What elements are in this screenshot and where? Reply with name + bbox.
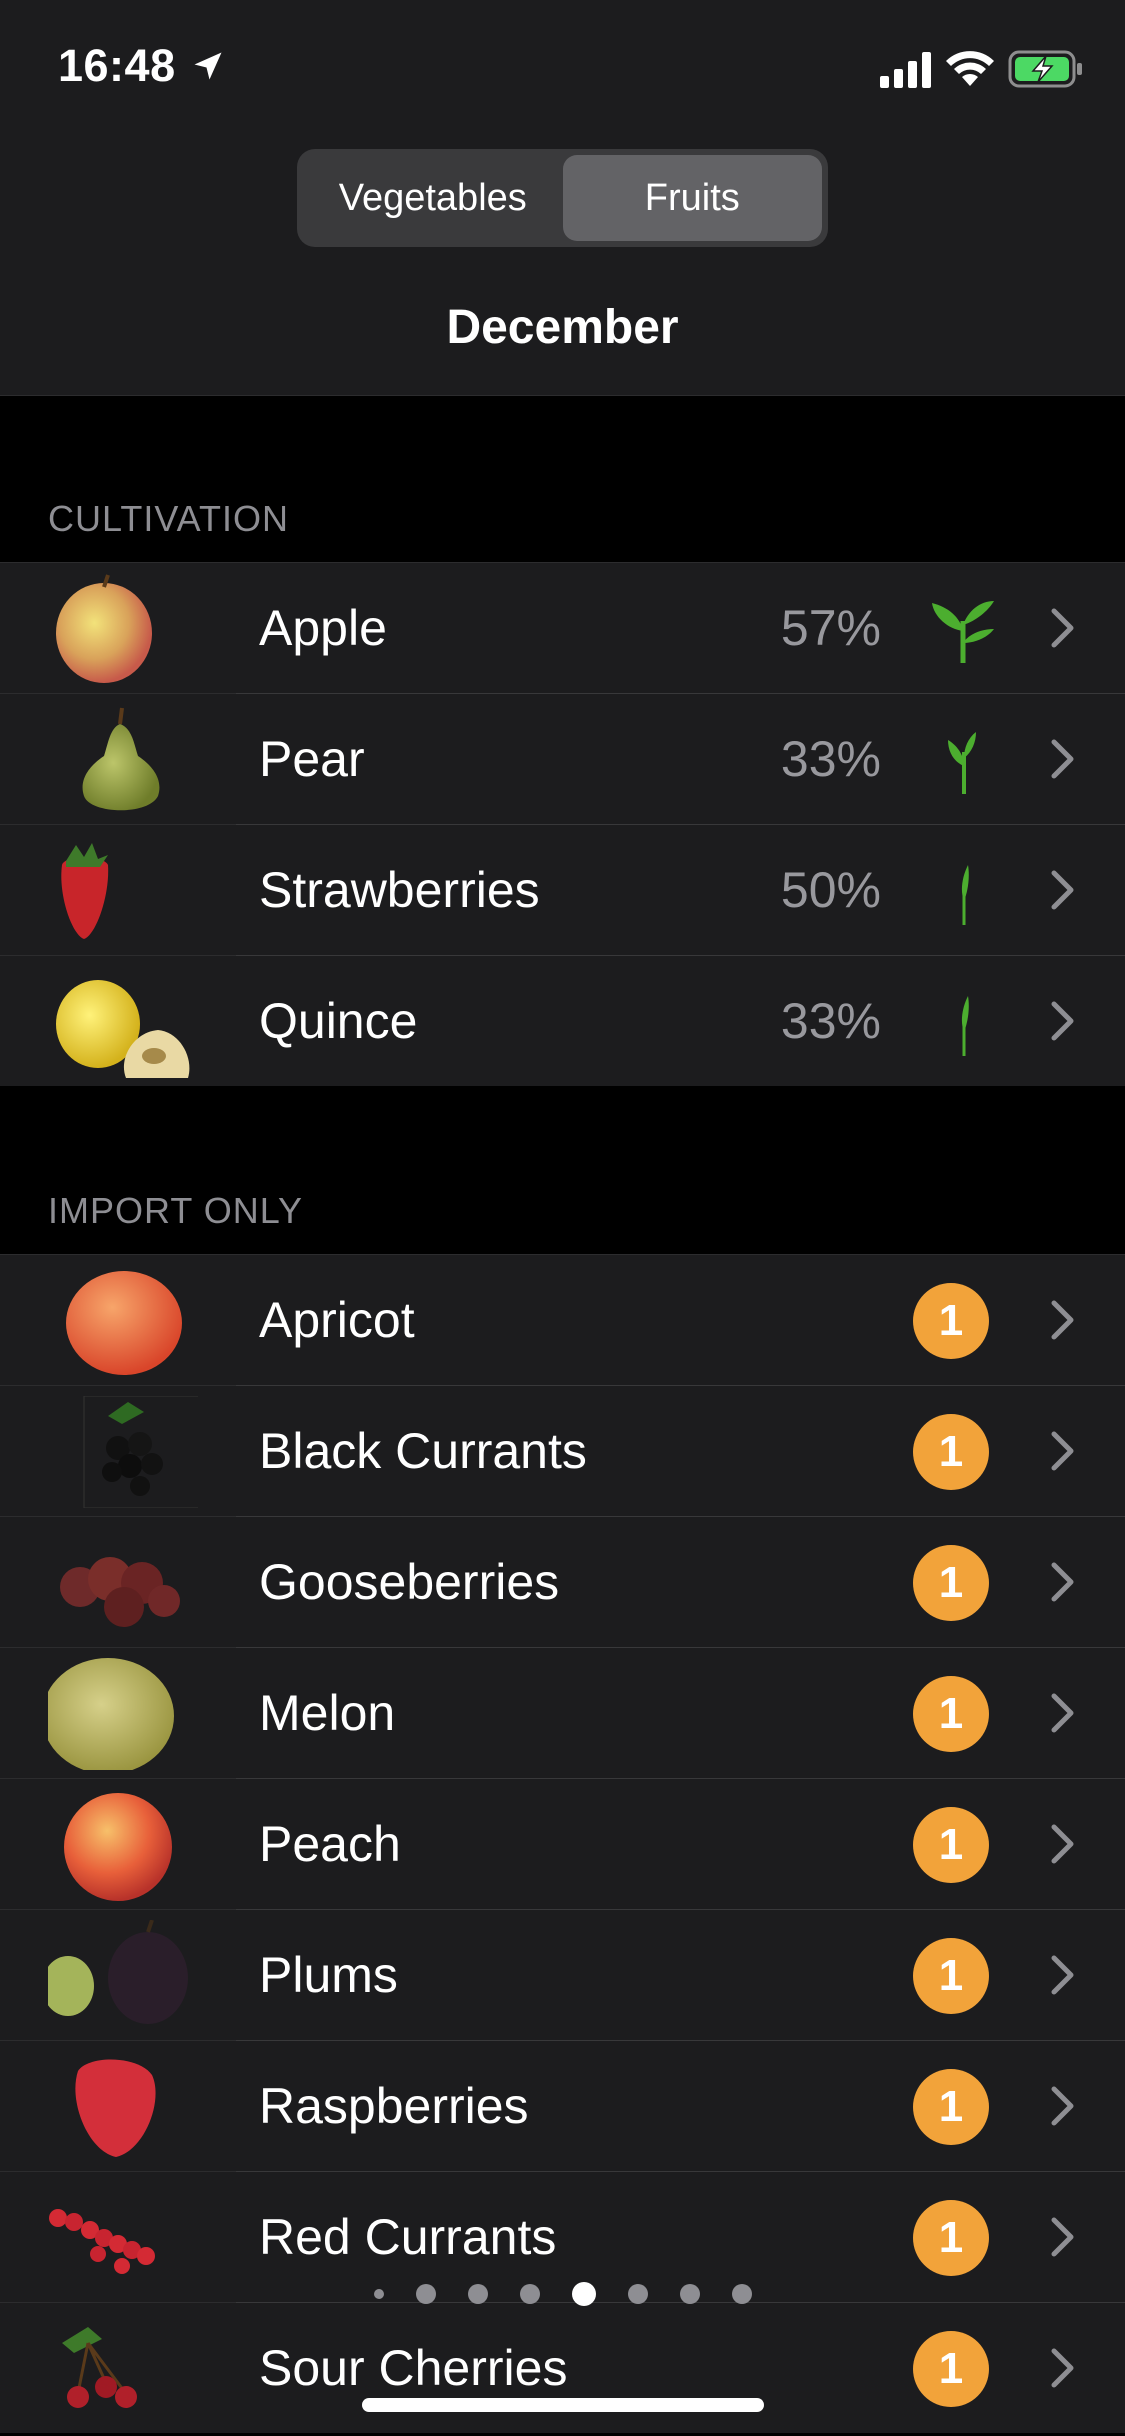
cultivation-percent: 33% xyxy=(780,993,881,1049)
section-header-import-only: IMPORT ONLY xyxy=(48,1190,304,1231)
segment-vegetables[interactable]: Vegetables xyxy=(303,155,563,241)
cultivation-percent: 33% xyxy=(780,731,881,787)
gooseberries-image xyxy=(60,1557,180,1627)
cultivation-list: Apple 57% Pear 33% Strawberries 50% Quin… xyxy=(0,562,1125,1086)
list-item[interactable]: Black Currants 1 xyxy=(0,1385,1125,1516)
list-item[interactable]: Apple 57% xyxy=(0,562,1125,693)
location-arrow-icon xyxy=(194,52,222,80)
list-item[interactable]: Gooseberries 1 xyxy=(0,1516,1125,1647)
chevron-right-icon xyxy=(1051,1001,1074,1041)
import-count-badge: 1 xyxy=(913,1414,989,1490)
month-title: December xyxy=(446,301,679,354)
chevron-right-icon xyxy=(1051,1824,1074,1864)
cultivation-percent: 50% xyxy=(780,862,881,918)
list-item[interactable]: Sour Cherries 1 xyxy=(0,2302,1125,2433)
seedling-icon xyxy=(932,601,994,663)
import-only-list: Apricot 1 Black Currants 1 Gooseberries … xyxy=(0,1254,1125,2433)
chevron-right-icon xyxy=(1051,2348,1074,2388)
fruit-name: Peach xyxy=(259,1816,401,1872)
shoot-icon xyxy=(961,996,969,1056)
red-currants-image xyxy=(49,2209,155,2274)
fruit-name: Melon xyxy=(259,1685,396,1741)
chevron-right-icon xyxy=(1051,1431,1074,1471)
fruit-name: Apple xyxy=(259,600,387,656)
page-indicator[interactable] xyxy=(0,2282,1125,2306)
chevron-right-icon xyxy=(1051,608,1074,648)
import-count-badge: 1 xyxy=(913,1807,989,1883)
page-dot[interactable] xyxy=(627,2284,648,2304)
fruit-name: Plums xyxy=(259,1947,398,2003)
black-currants-image xyxy=(83,1396,198,1508)
chevron-right-icon xyxy=(1051,739,1074,779)
fruit-name: Black Currants xyxy=(259,1423,587,1479)
fruit-name: Gooseberries xyxy=(259,1554,560,1610)
import-count-badge: 1 xyxy=(913,2331,989,2407)
page-dot-current[interactable] xyxy=(571,2282,596,2306)
screen: 16:48 Vegetables Fruits December CULTIVA… xyxy=(0,0,1125,2436)
chevron-right-icon xyxy=(1051,2217,1074,2257)
import-count-badge: 1 xyxy=(913,1676,989,1752)
status-time: 16:48 xyxy=(58,40,176,91)
sprout-icon xyxy=(948,732,976,794)
fruit-name: Raspberries xyxy=(259,2078,529,2134)
import-count-badge: 1 xyxy=(913,2200,989,2276)
quince-image xyxy=(56,980,190,1078)
fruit-name: Strawberries xyxy=(259,862,540,918)
list-item[interactable]: Quince 33% xyxy=(0,955,1125,1086)
plums-image xyxy=(48,1920,188,2024)
chevron-right-icon xyxy=(1051,2086,1074,2126)
import-count-badge: 1 xyxy=(913,1283,989,1359)
home-indicator[interactable] xyxy=(362,2398,764,2412)
page-dot[interactable] xyxy=(467,2284,488,2304)
header-divider xyxy=(0,395,1125,396)
chevron-right-icon xyxy=(1051,1300,1074,1340)
apricot-image xyxy=(66,1271,182,1375)
import-count-badge: 1 xyxy=(913,2069,989,2145)
page-dot[interactable] xyxy=(415,2284,436,2304)
list-item[interactable]: Strawberries 50% xyxy=(0,824,1125,955)
chevron-right-icon xyxy=(1051,870,1074,910)
list-item[interactable]: Pear 33% xyxy=(0,693,1125,824)
peach-image xyxy=(64,1793,172,1901)
chevron-right-icon xyxy=(1051,1955,1074,1995)
list-item[interactable]: Peach 1 xyxy=(0,1778,1125,1909)
strawberry-image xyxy=(61,843,109,939)
list-item[interactable]: Apricot 1 xyxy=(0,1254,1125,1385)
list-item[interactable]: Plums 1 xyxy=(0,1909,1125,2040)
sour-cherries-image xyxy=(62,2327,137,2408)
section-header-cultivation: CULTIVATION xyxy=(48,498,290,539)
shoot-icon xyxy=(961,865,969,925)
melon-image xyxy=(48,1658,174,1770)
page-dot[interactable] xyxy=(679,2284,700,2304)
page-dot[interactable] xyxy=(519,2284,540,2304)
header: 16:48 Vegetables Fruits December xyxy=(0,0,1125,396)
fruit-name: Sour Cherries xyxy=(259,2340,568,2396)
chevron-right-icon xyxy=(1051,1562,1074,1602)
apple-image xyxy=(56,574,152,683)
cultivation-percent: 57% xyxy=(780,600,881,656)
fruit-name: Quince xyxy=(259,993,418,1049)
page-dot[interactable] xyxy=(373,2289,384,2299)
cellular-signal-icon xyxy=(880,52,931,88)
fruit-name: Pear xyxy=(259,731,365,787)
raspberries-image xyxy=(75,2059,156,2157)
battery-charging-icon xyxy=(1008,50,1082,88)
category-segmented-control[interactable]: Vegetables Fruits xyxy=(297,149,828,247)
list-item[interactable]: Raspberries 1 xyxy=(0,2040,1125,2171)
pear-image xyxy=(82,707,160,811)
list-item[interactable]: Melon 1 xyxy=(0,1647,1125,1778)
import-count-badge: 1 xyxy=(913,1545,989,1621)
page-dot[interactable] xyxy=(731,2284,752,2304)
segment-fruits[interactable]: Fruits xyxy=(562,155,822,241)
fruit-name: Apricot xyxy=(259,1292,415,1348)
chevron-right-icon xyxy=(1051,1693,1074,1733)
wifi-icon xyxy=(946,51,994,86)
import-count-badge: 1 xyxy=(913,1938,989,2014)
